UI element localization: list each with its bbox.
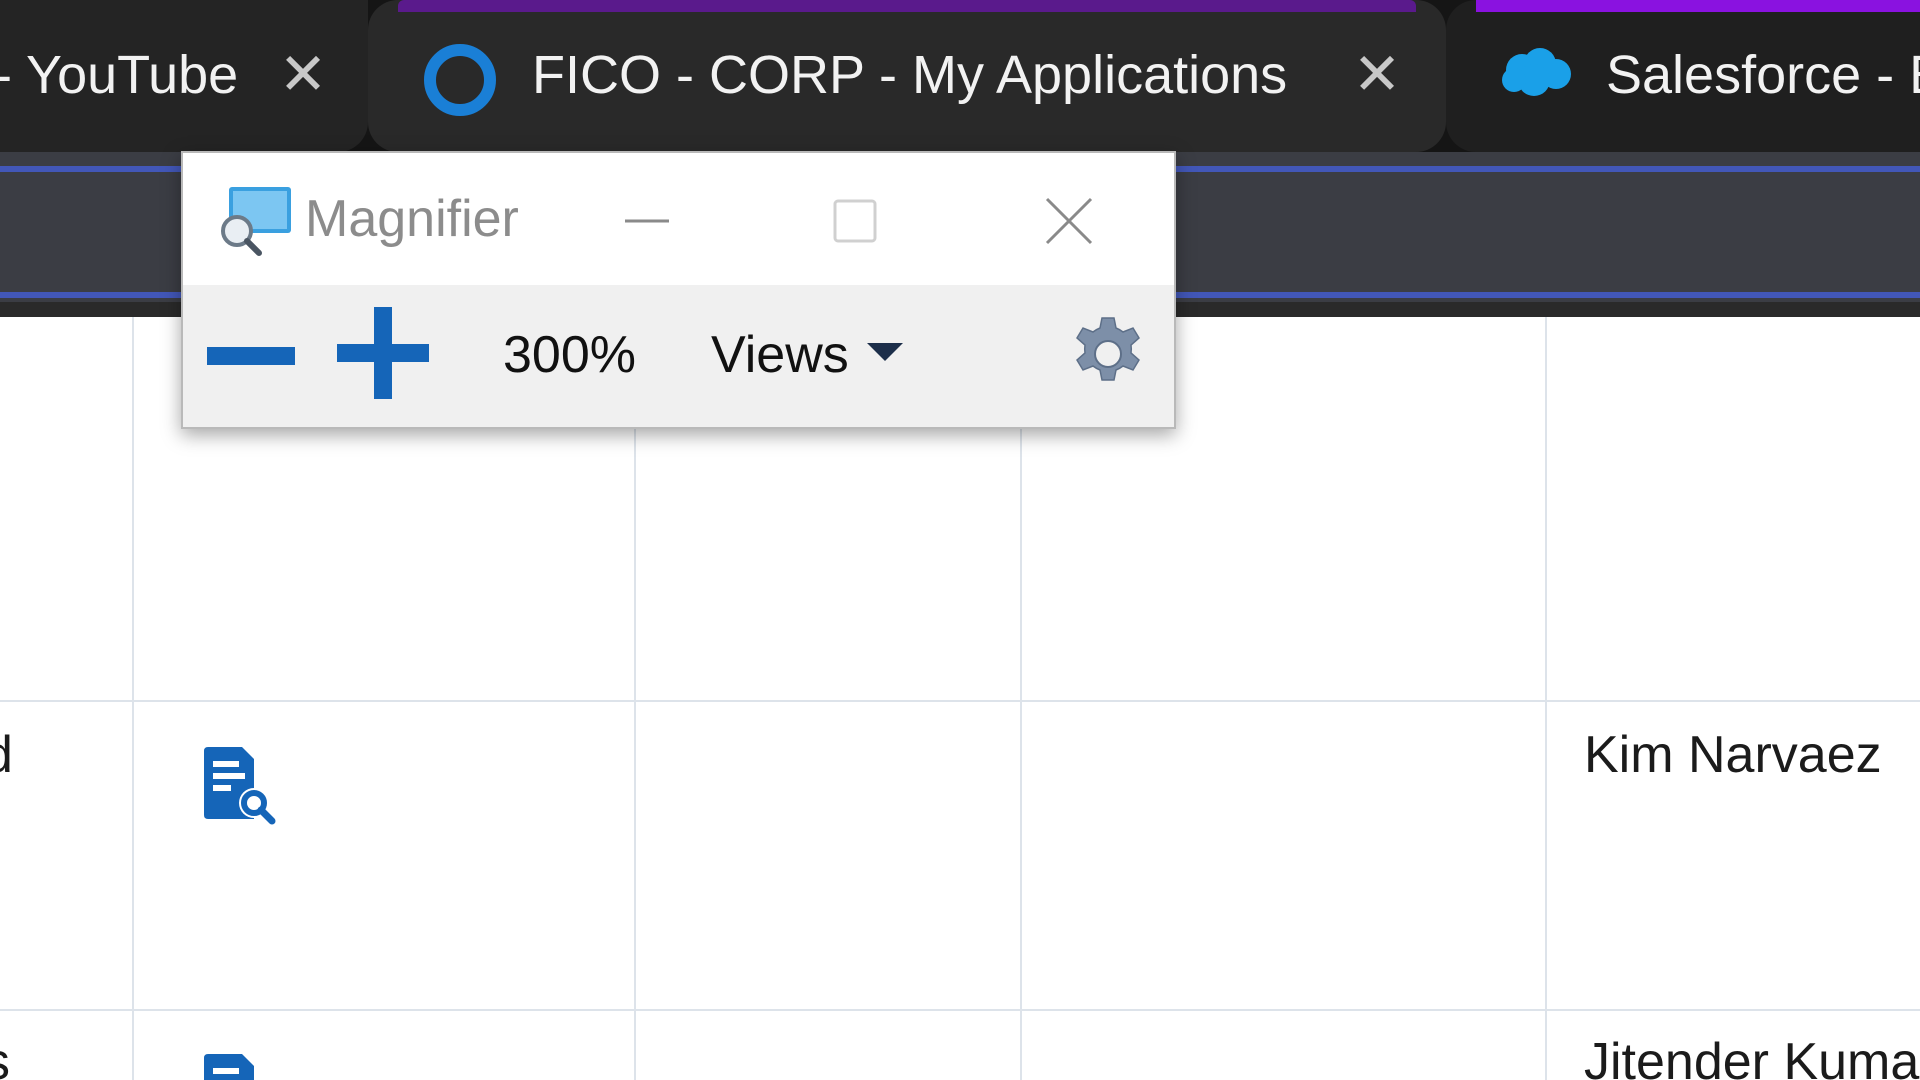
column-divider: [132, 317, 134, 1080]
chevron-down-icon[interactable]: [867, 343, 903, 361]
table-cell-owner: Jitender Kuma: [1584, 1033, 1920, 1080]
zoom-in-button[interactable]: [335, 305, 431, 401]
close-icon[interactable]: [1029, 181, 1109, 261]
column-divider: [634, 317, 636, 1080]
fico-favicon-icon: [424, 44, 496, 116]
column-divider: [1020, 317, 1022, 1080]
row-divider: [0, 700, 1920, 702]
row-divider: [0, 1009, 1920, 1011]
table-cell-owner: Kim Narvaez: [1584, 726, 1882, 784]
tab-title: Salesforce - E: [1606, 45, 1920, 105]
tab-title: FICO - CORP - My Applications: [532, 45, 1288, 105]
tab-youtube[interactable]: - YouTube ✕: [0, 0, 368, 152]
magnifier-titlebar[interactable]: Magnifier: [183, 153, 1174, 285]
table-cell-status-fragment: d: [0, 725, 13, 785]
magnifier-app-icon: [221, 187, 291, 256]
close-icon[interactable]: ✕: [1342, 40, 1412, 110]
close-icon[interactable]: ✕: [268, 40, 338, 110]
zoom-level: 300%: [503, 326, 636, 384]
magnifier-title: Magnifier: [305, 190, 519, 248]
tab-title: - YouTube: [0, 45, 239, 105]
applications-table: d Kim Narvaez s Jitender Kuma: [0, 317, 1920, 1080]
screen: - YouTube ✕ FICO - CORP - My Application…: [0, 0, 1920, 1080]
minimize-icon[interactable]: [607, 181, 687, 261]
views-dropdown[interactable]: Views: [711, 319, 849, 391]
column-divider: [1545, 317, 1547, 1080]
browser-tab-strip: - YouTube ✕ FICO - CORP - My Application…: [0, 0, 1920, 165]
salesforce-cloud-icon: [1502, 48, 1571, 96]
gear-icon[interactable]: [1069, 315, 1147, 393]
maximize-icon[interactable]: [815, 181, 895, 261]
view-document-icon[interactable]: [200, 1052, 280, 1080]
magnifier-window: Magnifier 300% Views: [181, 151, 1176, 429]
view-document-icon[interactable]: [200, 745, 280, 825]
magnifier-toolbar: 300% Views: [183, 285, 1174, 427]
tab-fico-my-applications[interactable]: FICO - CORP - My Applications ✕: [368, 0, 1446, 152]
table-cell-status-fragment: s: [0, 1032, 10, 1080]
zoom-out-button[interactable]: [203, 321, 299, 391]
